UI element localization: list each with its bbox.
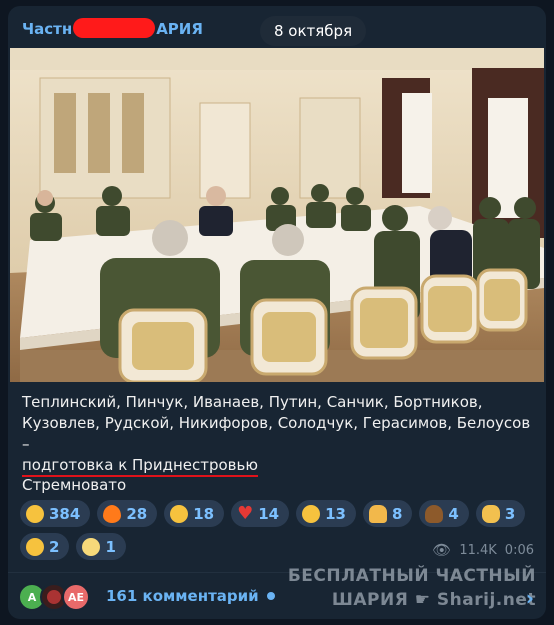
reaction-count: 13 [325, 504, 346, 523]
comments-footer[interactable]: A AE 161 комментарий [18, 578, 275, 614]
views-count: 11.4K [459, 542, 497, 558]
reaction-crying[interactable]: 18 [164, 500, 225, 527]
avatar-image-icon [47, 590, 61, 604]
ok-hand-icon [481, 504, 500, 523]
comments-link[interactable]: 161 комментарий [106, 587, 259, 605]
reaction-count: 2 [49, 537, 60, 556]
reaction-scream[interactable]: 1 [76, 533, 126, 560]
screaming-face-icon [82, 537, 101, 556]
rofl-icon [302, 504, 321, 523]
channel-name-start: Частн [22, 20, 73, 38]
reaction-count: 3 [504, 504, 516, 523]
reaction-count: 18 [193, 504, 215, 523]
post-meta: 👁 11.4K 0:06 [432, 541, 534, 559]
eye-icon: 👁 [432, 541, 452, 559]
post-caption: Теплинский, Пинчук, Иванаев, Путин, Санч… [22, 392, 534, 477]
watermark-line-2-right: Sharij.net [436, 590, 536, 610]
reaction-count: 4 [448, 504, 459, 523]
reaction-poop[interactable]: 4 [419, 500, 469, 527]
reaction-rofl[interactable]: 13 [296, 500, 356, 527]
reaction-count: 384 [49, 504, 81, 523]
post-photo[interactable] [10, 48, 544, 382]
reaction-count: 14 [258, 504, 280, 523]
reaction-grin[interactable]: 2 [20, 533, 70, 560]
caption-line-3: подготовка к Приднестровью [22, 456, 258, 477]
heart-icon: ♥ [237, 502, 254, 524]
reaction-count: 1 [105, 537, 116, 556]
caption-line-2: Кузовлев, Рудской, Никифоров, Солодчук, … [22, 414, 531, 453]
watermark-line-1: БЕСПЛАТНЫЙ ЧАСТНЫЙ [287, 566, 536, 586]
reaction-thinking[interactable]: 384 [20, 500, 91, 527]
channel-name[interactable]: Частн АРИЯ [22, 18, 203, 38]
watermark-line-2-left: ШАРИЯ [331, 590, 409, 610]
caption-line-1: Теплинский, Пинчук, Иванаев, Путин, Санч… [22, 393, 483, 411]
grinning-face-icon [26, 537, 44, 556]
reaction-count: 8 [391, 504, 403, 523]
crying-face-icon [170, 504, 189, 523]
post-time: 0:06 [504, 542, 534, 558]
message-card: Частн АРИЯ 8 октября Теплинский, Пинчук,… [8, 6, 546, 619]
chevron-right-icon[interactable]: › [526, 586, 534, 610]
avatar: AE [62, 583, 90, 611]
reaction-ok[interactable]: 3 [475, 500, 526, 527]
redaction-bar [73, 18, 156, 38]
date-pill: 8 октября [260, 16, 367, 46]
fire-icon [103, 504, 122, 523]
praying-hands-icon [368, 504, 387, 523]
thinking-face-icon [26, 504, 44, 523]
reaction-count: 28 [126, 504, 148, 523]
pointing-hand-icon: ☛ [414, 590, 431, 610]
commenter-avatars: A AE [18, 581, 98, 611]
watermark: БЕСПЛАТНЫЙ ЧАСТНЫЙ ШАРИЯ ☛ Sharij.net [288, 564, 536, 612]
reaction-heart[interactable]: ♥ 14 [231, 500, 290, 527]
post-subtext: Стремновато [22, 476, 127, 494]
unread-dot [266, 592, 275, 600]
channel-name-end: АРИЯ [156, 20, 203, 38]
photo-illustration [10, 48, 544, 382]
poop-icon [425, 504, 444, 523]
reaction-fire[interactable]: 28 [97, 500, 158, 527]
reaction-pray[interactable]: 8 [362, 500, 413, 527]
